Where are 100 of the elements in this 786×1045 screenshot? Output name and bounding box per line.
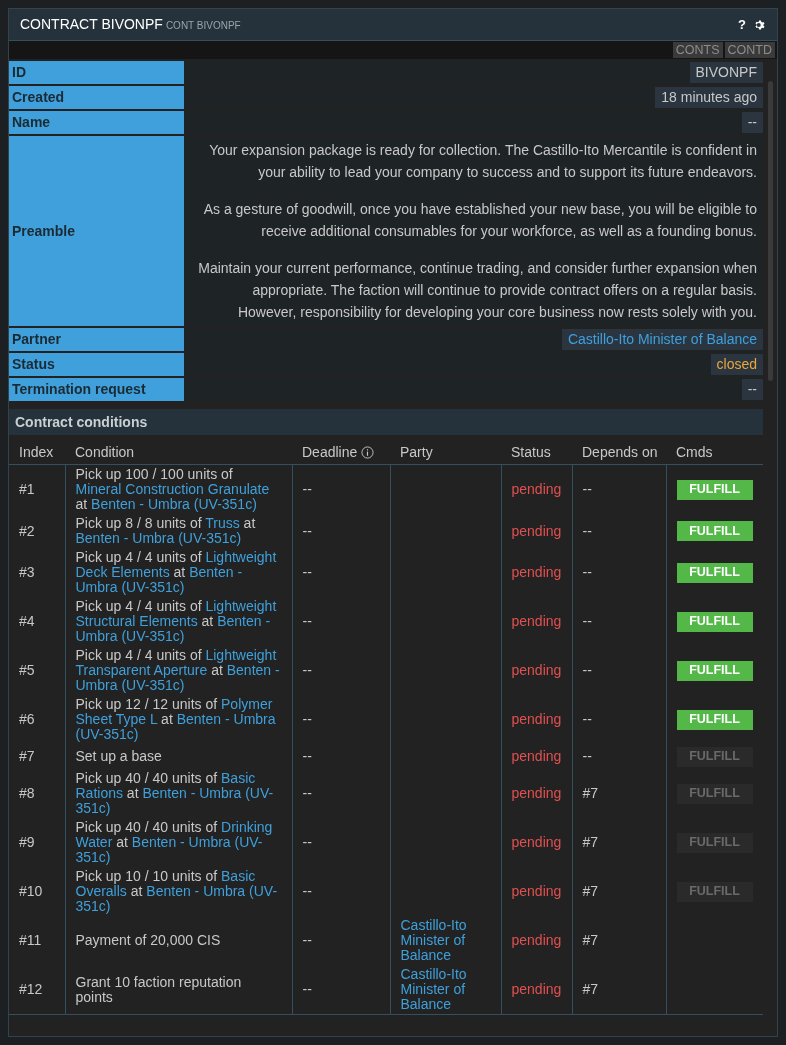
depends-cell: #7 <box>582 834 599 850</box>
field-value: -- <box>741 112 763 133</box>
index-cell: #5 <box>19 662 35 678</box>
index-cell: #10 <box>19 883 43 899</box>
scrollbar[interactable] <box>767 81 773 381</box>
deadline-cell: -- <box>302 613 312 629</box>
fulfill-button[interactable]: FULFILL <box>676 709 753 730</box>
status-cell: pending <box>511 932 562 948</box>
field-label: ID <box>9 61 184 84</box>
depends-cell: -- <box>582 711 592 727</box>
condition-text: Pick up 4 / 4 units of Lightweight Structural Elements at Benten - Umbra (UV-351c) <box>75 598 277 644</box>
column-header: Deadline <box>302 445 358 460</box>
info-icon[interactable] <box>361 446 375 459</box>
deadline-cell: -- <box>302 981 312 997</box>
column-header: Party <box>400 445 433 460</box>
deadline-cell: -- <box>302 564 312 580</box>
status-cell: pending <box>511 711 562 727</box>
depends-cell: -- <box>582 748 592 764</box>
window-subtitle: CONT BIVONPF <box>165 19 241 33</box>
deadline-cell: -- <box>302 834 312 850</box>
partner-link[interactable]: Castillo-Ito Minister of Balance <box>561 329 763 350</box>
index-cell: #4 <box>19 613 35 629</box>
preamble-paragraph: As a gesture of goodwill, once you have established your new base, you will be eligible to receive additional consumables for your workforce, as well as a founding bonus. <box>202 200 757 241</box>
condition-text: Pick up 8 / 8 units of Truss at Benten - Umbra (UV-351c) <box>75 515 256 546</box>
column-header: Index <box>19 445 54 460</box>
index-cell: #2 <box>19 522 35 539</box>
index-cell: #9 <box>19 834 35 850</box>
depends-cell: -- <box>582 481 592 497</box>
status-cell: pending <box>511 481 562 497</box>
field-label: Preamble <box>9 136 184 326</box>
toolbar-button[interactable]: CONTD <box>724 42 775 58</box>
depends-cell: -- <box>582 662 592 678</box>
status-cell: pending <box>511 834 562 850</box>
section-header: Contract conditions <box>9 409 763 435</box>
field-value: 18 minutes ago <box>655 87 763 108</box>
fulfill-button[interactable]: FULFILL <box>676 479 753 500</box>
field-label: Partner <box>9 328 184 351</box>
index-cell: #7 <box>19 748 35 764</box>
condition-text: Pick up 100 / 100 units of Mineral Construction Granulate at Benten - Umbra (UV-351c) <box>75 466 270 512</box>
fulfill-button[interactable]: FULFILL <box>676 660 753 681</box>
preamble-paragraph: Maintain your current performance, continue trading, and consider further expansion when appropriate. The faction will continue to provide contract offers on a regular basis. However, responsibility for developing your core business now rests solely with you. <box>197 259 757 322</box>
index-cell: #12 <box>19 981 43 997</box>
index-cell: #6 <box>19 711 35 727</box>
status-cell: pending <box>511 981 562 997</box>
window-title: CONTRACT BIVONPF <box>20 15 163 34</box>
index-cell: #8 <box>19 785 35 801</box>
field-label: Created <box>9 86 184 109</box>
depends-cell: -- <box>582 613 592 629</box>
fulfill-button[interactable]: FULFILL <box>676 521 753 541</box>
depends-cell: #7 <box>582 981 599 997</box>
column-header: Depends on <box>582 445 658 460</box>
fulfill-button[interactable]: FULFILL <box>676 611 753 632</box>
column-header: Cmds <box>676 445 713 460</box>
depends-cell: #7 <box>582 932 599 948</box>
field-value: BIVONPF <box>689 62 763 83</box>
condition-text: Grant 10 faction reputation points <box>75 973 242 1005</box>
deadline-cell: -- <box>302 662 312 678</box>
status-cell: pending <box>511 883 562 899</box>
condition-text: Pick up 12 / 12 units of Polymer Sheet Type L at Benten - Umbra (UV-351c) <box>75 696 276 742</box>
toolbar-button[interactable]: CONTS <box>672 42 723 58</box>
depends-cell: -- <box>582 522 592 539</box>
condition-text: Pick up 4 / 4 units of Lightweight Transparent Aperture at Benten - Umbra (UV-351c) <box>75 647 280 693</box>
help-icon[interactable]: ? <box>738 14 746 35</box>
preamble-paragraph: Your expansion package is ready for collection. The Castillo-Ito Mercantile is confident in your ability to lead your company to success and to support its future endeavors. <box>208 141 757 182</box>
party-link[interactable]: Castillo-Ito Minister of Balance <box>400 918 491 963</box>
condition-text: Set up a base <box>75 748 162 764</box>
field-label: Name <box>9 111 184 134</box>
index-cell: #3 <box>19 564 35 580</box>
fulfill-button[interactable]: FULFILL <box>676 562 753 583</box>
settings-icon[interactable] <box>754 18 766 31</box>
depends-cell: #7 <box>582 785 599 801</box>
deadline-cell: -- <box>302 932 312 948</box>
status-value: closed <box>710 354 763 375</box>
status-cell: pending <box>511 564 562 580</box>
condition-text: Pick up 40 / 40 units of Drinking Water at Benten - Umbra (UV-351c) <box>75 819 273 865</box>
field-label: Status <box>9 353 184 376</box>
depends-cell: #7 <box>582 883 599 899</box>
deadline-cell: -- <box>302 481 312 497</box>
condition-text: Pick up 40 / 40 units of Basic Rations at Benten - Umbra (UV-351c) <box>75 770 274 816</box>
field-value: -- <box>741 379 763 400</box>
column-header: Condition <box>75 445 135 460</box>
condition-text: Pick up 10 / 10 units of Basic Overalls at Benten - Umbra (UV-351c) <box>75 868 278 914</box>
status-cell: pending <box>511 662 562 678</box>
deadline-cell: -- <box>302 711 312 727</box>
condition-text: Payment of 20,000 CIS <box>75 932 221 948</box>
index-cell: #1 <box>19 481 35 497</box>
column-header: Status <box>511 445 551 460</box>
status-cell: pending <box>511 785 562 801</box>
deadline-cell: -- <box>302 883 312 899</box>
condition-text: Pick up 4 / 4 units of Lightweight Deck Elements at Benten - Umbra (UV-351c) <box>75 549 277 595</box>
status-cell: pending <box>511 522 562 539</box>
depends-cell: -- <box>582 564 592 580</box>
deadline-cell: -- <box>302 785 312 801</box>
party-link[interactable]: Castillo-Ito Minister of Balance <box>400 967 491 1012</box>
field-label: Termination request <box>9 378 184 401</box>
deadline-cell: -- <box>302 522 312 539</box>
status-cell: pending <box>511 613 562 629</box>
deadline-cell: -- <box>302 748 312 764</box>
index-cell: #11 <box>19 932 42 948</box>
status-cell: pending <box>511 748 562 764</box>
